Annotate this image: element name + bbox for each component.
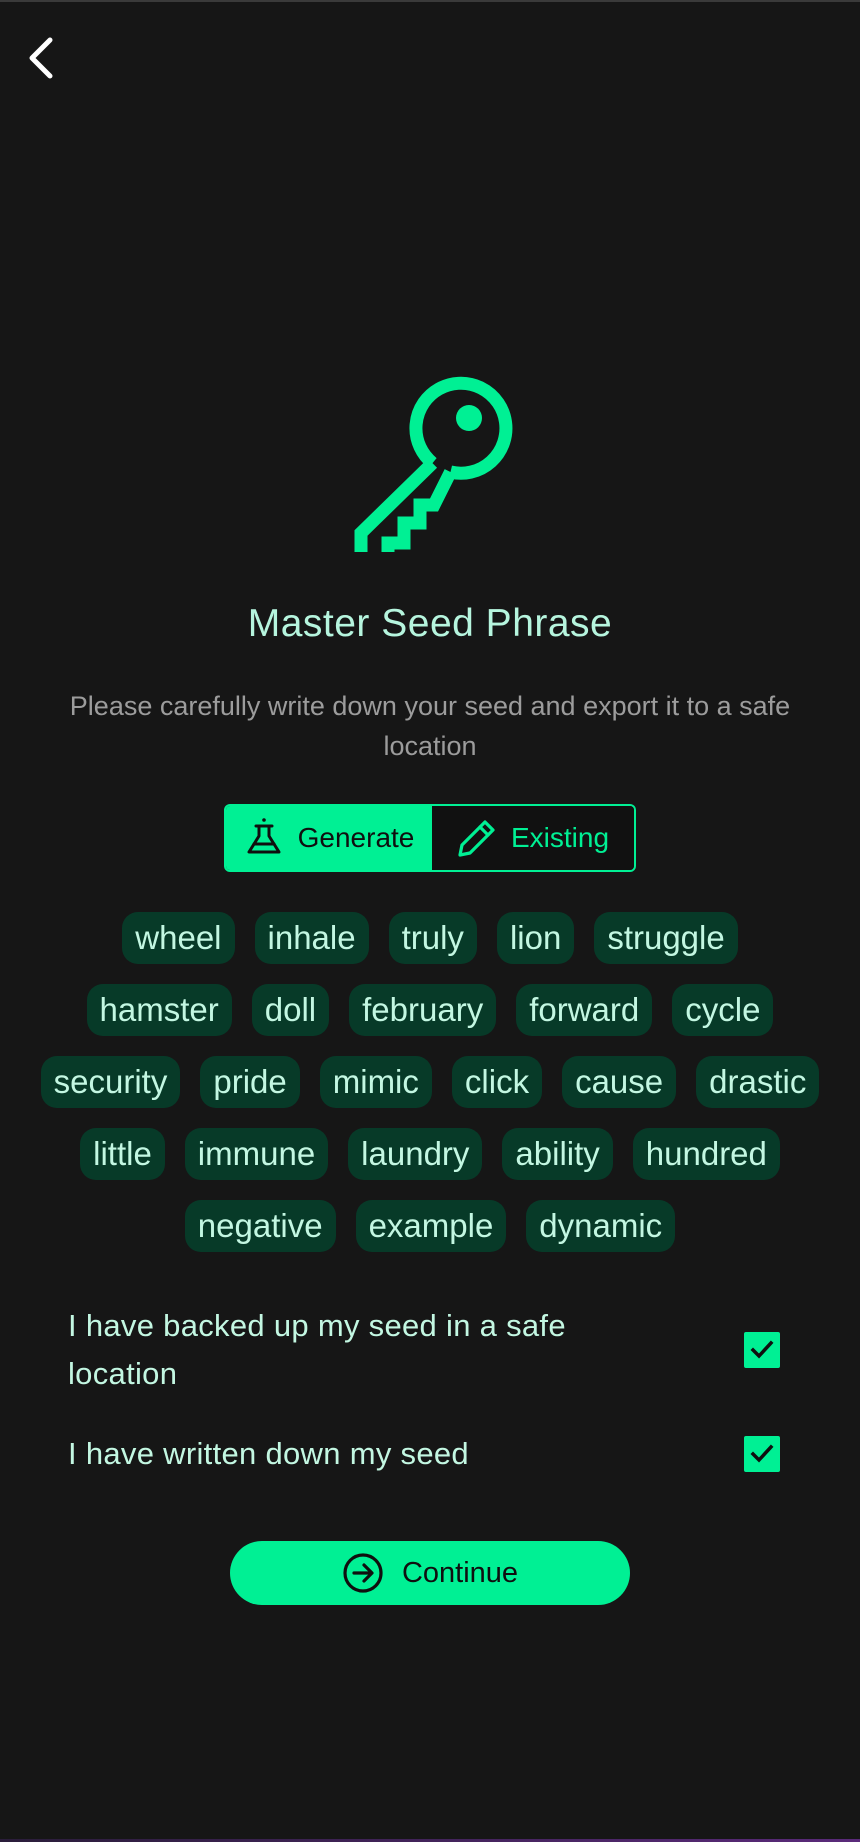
page-title: Master Seed Phrase: [247, 602, 613, 645]
flask-icon: [247, 818, 281, 854]
seed-word: security: [40, 1056, 181, 1108]
backed-up-confirmation: I have backed up my seed in a safe locat…: [68, 1302, 780, 1398]
seed-word: dynamic: [526, 1200, 676, 1252]
chevron-left-icon: [29, 37, 53, 79]
back-button[interactable]: [20, 32, 64, 84]
seed-word: immune: [184, 1128, 329, 1180]
checkmark-icon: [750, 1444, 774, 1463]
seed-word: example: [355, 1200, 507, 1252]
seed-word: lion: [496, 912, 575, 964]
generate-label: Generate: [297, 822, 415, 853]
seed-word: ability: [502, 1128, 613, 1180]
seed-word: pride: [200, 1056, 300, 1108]
page-subtitle: Please carefully write down your seed an…: [69, 691, 791, 761]
seed-word: struggle: [594, 912, 738, 964]
seed-word: hundred: [632, 1128, 780, 1180]
seed-word: laundry: [348, 1128, 483, 1180]
seed-mode-toggle: Generate Existing: [224, 804, 636, 872]
generate-option[interactable]: Generate: [226, 806, 432, 870]
seed-word: forward: [516, 984, 653, 1036]
seed-word: wheel: [122, 912, 235, 964]
seed-word: mimic: [319, 1056, 432, 1108]
continue-label: Continue: [401, 1556, 519, 1589]
seed-word: drastic: [696, 1056, 820, 1108]
seed-word: click: [451, 1056, 543, 1108]
checkmark-icon: [750, 1340, 774, 1359]
seed-word: february: [349, 984, 497, 1036]
written-down-confirmation: I have written down my seed: [68, 1430, 780, 1478]
seed-word: negative: [184, 1200, 336, 1252]
existing-label: Existing: [510, 822, 610, 853]
backed-up-checkbox[interactable]: [744, 1332, 780, 1368]
seed-word: inhale: [254, 912, 369, 964]
seed-phrase-screen: Master Seed Phrase Please carefully writ…: [0, 0, 860, 1842]
written-down-label: I have written down my seed: [68, 1436, 469, 1471]
pencil-icon: [458, 820, 495, 857]
written-down-checkbox[interactable]: [744, 1436, 780, 1472]
seed-word: truly: [388, 912, 477, 964]
seed-word: cause: [562, 1056, 677, 1108]
seed-word: doll: [251, 984, 330, 1036]
seed-word: little: [80, 1128, 165, 1180]
key-icon: [354, 376, 513, 552]
existing-option[interactable]: Existing: [432, 806, 634, 870]
continue-button[interactable]: Continue: [230, 1541, 630, 1605]
backed-up-label: I have backed up my seed in a safe locat…: [68, 1308, 566, 1391]
seed-word-list: wheel inhale truly lion struggle hamster…: [40, 912, 820, 1252]
arrow-right-circle-icon: [343, 1553, 383, 1593]
seed-word: cycle: [672, 984, 774, 1036]
seed-word: hamster: [86, 984, 232, 1036]
